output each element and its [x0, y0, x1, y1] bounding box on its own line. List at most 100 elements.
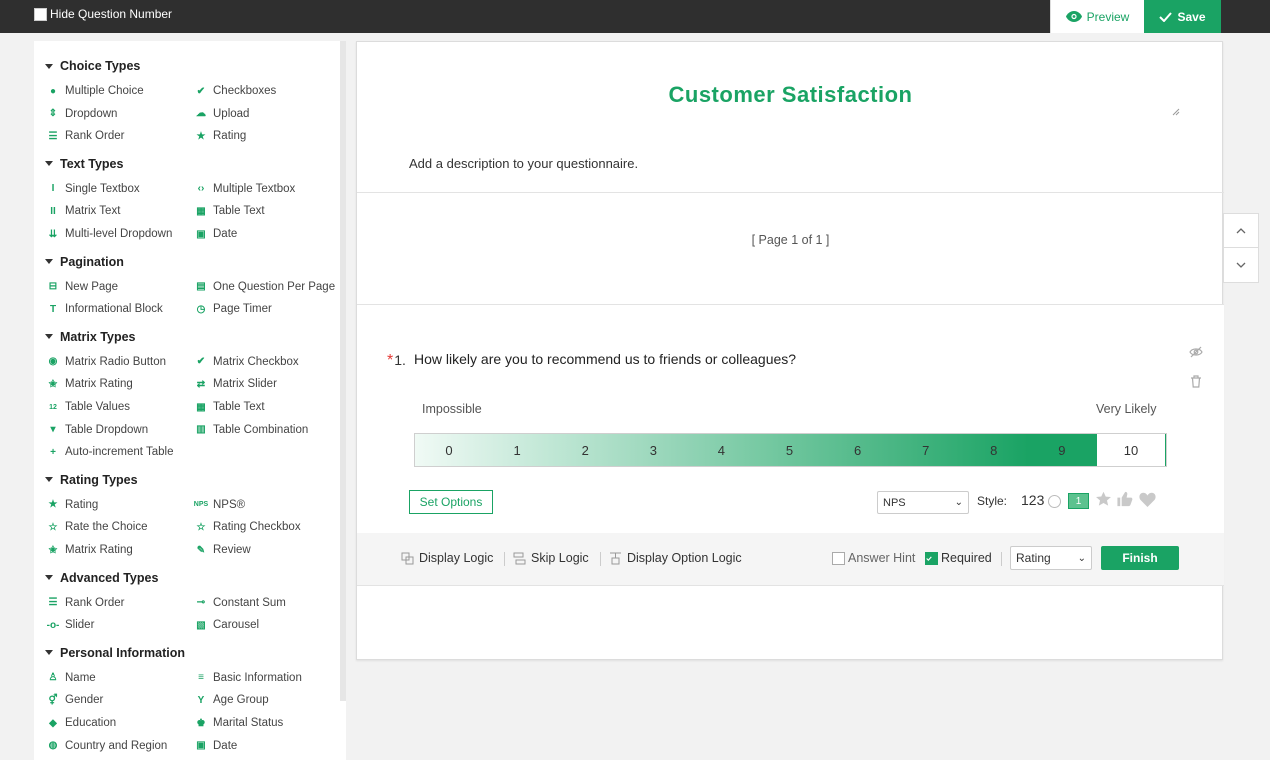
sidebar-item-marital-status[interactable]: ♚ Marital Status	[195, 717, 284, 729]
sidebar-section-personal-information[interactable]: Personal Information	[45, 646, 185, 660]
sidebar-item-rate-the-choice[interactable]: ☆ Rate the Choice	[47, 521, 148, 533]
sidebar-item-gender[interactable]: ⚥ Gender	[47, 694, 103, 706]
radio-dot-icon: ●	[49, 85, 57, 97]
display-option-logic-button[interactable]: Display Option Logic	[609, 551, 742, 565]
trash-icon[interactable]	[1190, 375, 1202, 388]
set-options-button[interactable]: Set Options	[409, 490, 493, 514]
nps-option[interactable]: 0	[415, 434, 484, 466]
sidebar-item-rank-order[interactable]: ☰ Rank Order	[47, 597, 125, 609]
sidebar-item-slider[interactable]: -o- Slider	[47, 619, 95, 631]
sidebar-item-table-text[interactable]: ▦ Table Text	[195, 205, 264, 217]
style-box-option[interactable]: 1	[1068, 493, 1089, 509]
move-up-button[interactable]	[1224, 214, 1258, 248]
hide-question-number-checkbox[interactable]	[34, 7, 47, 21]
question-text[interactable]: How likely are you to recommend us to fr…	[414, 351, 796, 367]
nps-option[interactable]: 10	[1095, 434, 1167, 466]
sidebar-item-new-page[interactable]: ⊟ New Page	[47, 281, 118, 293]
sidebar-scrollbar[interactable]	[340, 41, 346, 701]
star-outline-icon: ☆	[196, 521, 206, 533]
required-checkbox[interactable]	[925, 551, 938, 565]
sidebar-item-rating[interactable]: ★ Rating	[47, 499, 99, 511]
sidebar-item-nps-[interactable]: NPS NPS®	[194, 499, 245, 511]
sidebar-item-name[interactable]: ♙ Name	[47, 672, 96, 684]
sidebar-section-pagination[interactable]: Pagination	[45, 255, 124, 269]
nps-option[interactable]: 2	[551, 434, 620, 466]
sidebar-item-constant-sum[interactable]: ⊸ Constant Sum	[195, 597, 286, 609]
sidebar-item-multiple-textbox[interactable]: ‹› Multiple Textbox	[195, 183, 296, 195]
nps-option[interactable]: 6	[823, 434, 892, 466]
nps-option[interactable]: 9	[1027, 434, 1096, 466]
sidebar-item-matrix-checkbox[interactable]: ✔ Matrix Checkbox	[195, 356, 299, 368]
survey-title[interactable]: Customer Satisfaction	[357, 82, 1224, 108]
scale-low-label[interactable]: Impossible	[422, 402, 482, 416]
move-down-button[interactable]	[1224, 248, 1258, 282]
sidebar-item-table-dropdown[interactable]: ▾ Table Dropdown	[47, 424, 148, 436]
sidebar-item-education[interactable]: ◆ Education	[47, 717, 116, 729]
sidebar-item-page-timer[interactable]: ◷ Page Timer	[195, 303, 272, 315]
sidebar-item-upload[interactable]: ☁ Upload	[195, 108, 249, 120]
sidebar-item-one-question-per-page[interactable]: ▤ One Question Per Page	[195, 281, 335, 293]
save-button[interactable]: Save	[1144, 0, 1221, 33]
nps-option[interactable]: 1	[483, 434, 552, 466]
toolbar-divider	[504, 552, 505, 566]
sidebar-item-checkboxes[interactable]: ✔ Checkboxes	[195, 85, 277, 97]
sidebar-section-text-types[interactable]: Text Types	[45, 157, 123, 171]
sidebar-section-advanced-types[interactable]: Advanced Types	[45, 571, 158, 585]
preview-button[interactable]: Preview	[1050, 0, 1144, 33]
scale-type-select[interactable]: NPS ⌄	[877, 491, 969, 514]
answer-hint-toggle[interactable]: Answer Hint	[832, 551, 915, 565]
style-heart-icon[interactable]	[1139, 492, 1156, 507]
carousel-icon: ▧	[196, 619, 206, 631]
style-thumbs-up-icon[interactable]	[1116, 491, 1133, 507]
sidebar-item-date[interactable]: ▣ Date	[195, 740, 237, 752]
sidebar-item-multi-level-dropdown[interactable]: ⇊ Multi-level Dropdown	[47, 228, 173, 240]
nps-option[interactable]: 3	[619, 434, 688, 466]
sidebar-item-rank-order[interactable]: ☰ Rank Order	[47, 130, 125, 142]
survey-description[interactable]: Add a description to your questionnaire.	[409, 156, 638, 171]
question-type-select[interactable]: Rating ⌄	[1010, 546, 1092, 570]
resize-handle-icon[interactable]	[1172, 108, 1180, 116]
sidebar-item-matrix-text[interactable]: II Matrix Text	[47, 205, 120, 217]
nps-option[interactable]: 7	[891, 434, 960, 466]
sidebar-item-matrix-rating[interactable]: ✬ Matrix Rating	[47, 378, 133, 390]
sidebar-item-matrix-slider[interactable]: ⇄ Matrix Slider	[195, 378, 277, 390]
display-logic-button[interactable]: Display Logic	[401, 551, 493, 565]
sidebar-item-table-values[interactable]: 12 Table Values	[47, 401, 130, 413]
sidebar-item-auto-increment-table[interactable]: + Auto-increment Table	[47, 446, 173, 458]
nps-option[interactable]: 4	[687, 434, 756, 466]
style-circle-option[interactable]	[1048, 495, 1061, 508]
style-numbers-option[interactable]: 123	[1021, 492, 1044, 508]
nps-option[interactable]: 5	[755, 434, 824, 466]
sidebar-section-rating-types[interactable]: Rating Types	[45, 473, 138, 487]
sidebar-item-single-textbox[interactable]: I Single Textbox	[47, 183, 140, 195]
style-star-icon[interactable]	[1095, 491, 1112, 507]
sidebar-item-age-group[interactable]: Y Age Group	[195, 694, 269, 706]
sidebar-item-review[interactable]: ✎ Review	[195, 544, 251, 556]
answer-hint-checkbox[interactable]	[832, 551, 845, 565]
sidebar-item-date[interactable]: ▣ Date	[195, 228, 237, 240]
sidebar-item-multiple-choice[interactable]: ● Multiple Choice	[47, 85, 144, 97]
sidebar-item-rating-checkbox[interactable]: ☆ Rating Checkbox	[195, 521, 301, 533]
sidebar-item-dropdown[interactable]: ⇕ Dropdown	[47, 108, 118, 120]
scale-high-label[interactable]: Very Likely	[1096, 402, 1156, 416]
required-toggle[interactable]: Required	[925, 551, 992, 565]
skip-logic-button[interactable]: Skip Logic	[513, 551, 589, 565]
code-brackets-icon: ‹›	[197, 183, 205, 195]
finish-button[interactable]: Finish	[1101, 546, 1179, 570]
question-card[interactable]: *1. How likely are you to recommend us t…	[357, 305, 1224, 533]
sidebar-item-informational-block[interactable]: T Informational Block	[47, 303, 163, 315]
hide-eye-icon[interactable]	[1189, 346, 1203, 358]
cascade-icon: ⇊	[48, 228, 58, 240]
sidebar-item-basic-information[interactable]: ≡ Basic Information	[195, 672, 302, 684]
sidebar-item-table-combination[interactable]: ▥ Table Combination	[195, 424, 308, 436]
sidebar-section-choice-types[interactable]: Choice Types	[45, 59, 140, 73]
sidebar-item-matrix-radio-button[interactable]: ◉ Matrix Radio Button	[47, 356, 166, 368]
sidebar-item-country-and-region[interactable]: ◍ Country and Region	[47, 740, 168, 752]
sidebar-item-carousel[interactable]: ▧ Carousel	[195, 619, 259, 631]
hide-question-number-toggle[interactable]: Hide Question Number	[34, 7, 172, 21]
sidebar-item-table-text[interactable]: ▦ Table Text	[195, 401, 264, 413]
sidebar-section-matrix-types[interactable]: Matrix Types	[45, 330, 136, 344]
sidebar-item-rating[interactable]: ★ Rating	[195, 130, 247, 142]
nps-option[interactable]: 8	[959, 434, 1028, 466]
sidebar-item-matrix-rating[interactable]: ✬ Matrix Rating	[47, 544, 133, 556]
